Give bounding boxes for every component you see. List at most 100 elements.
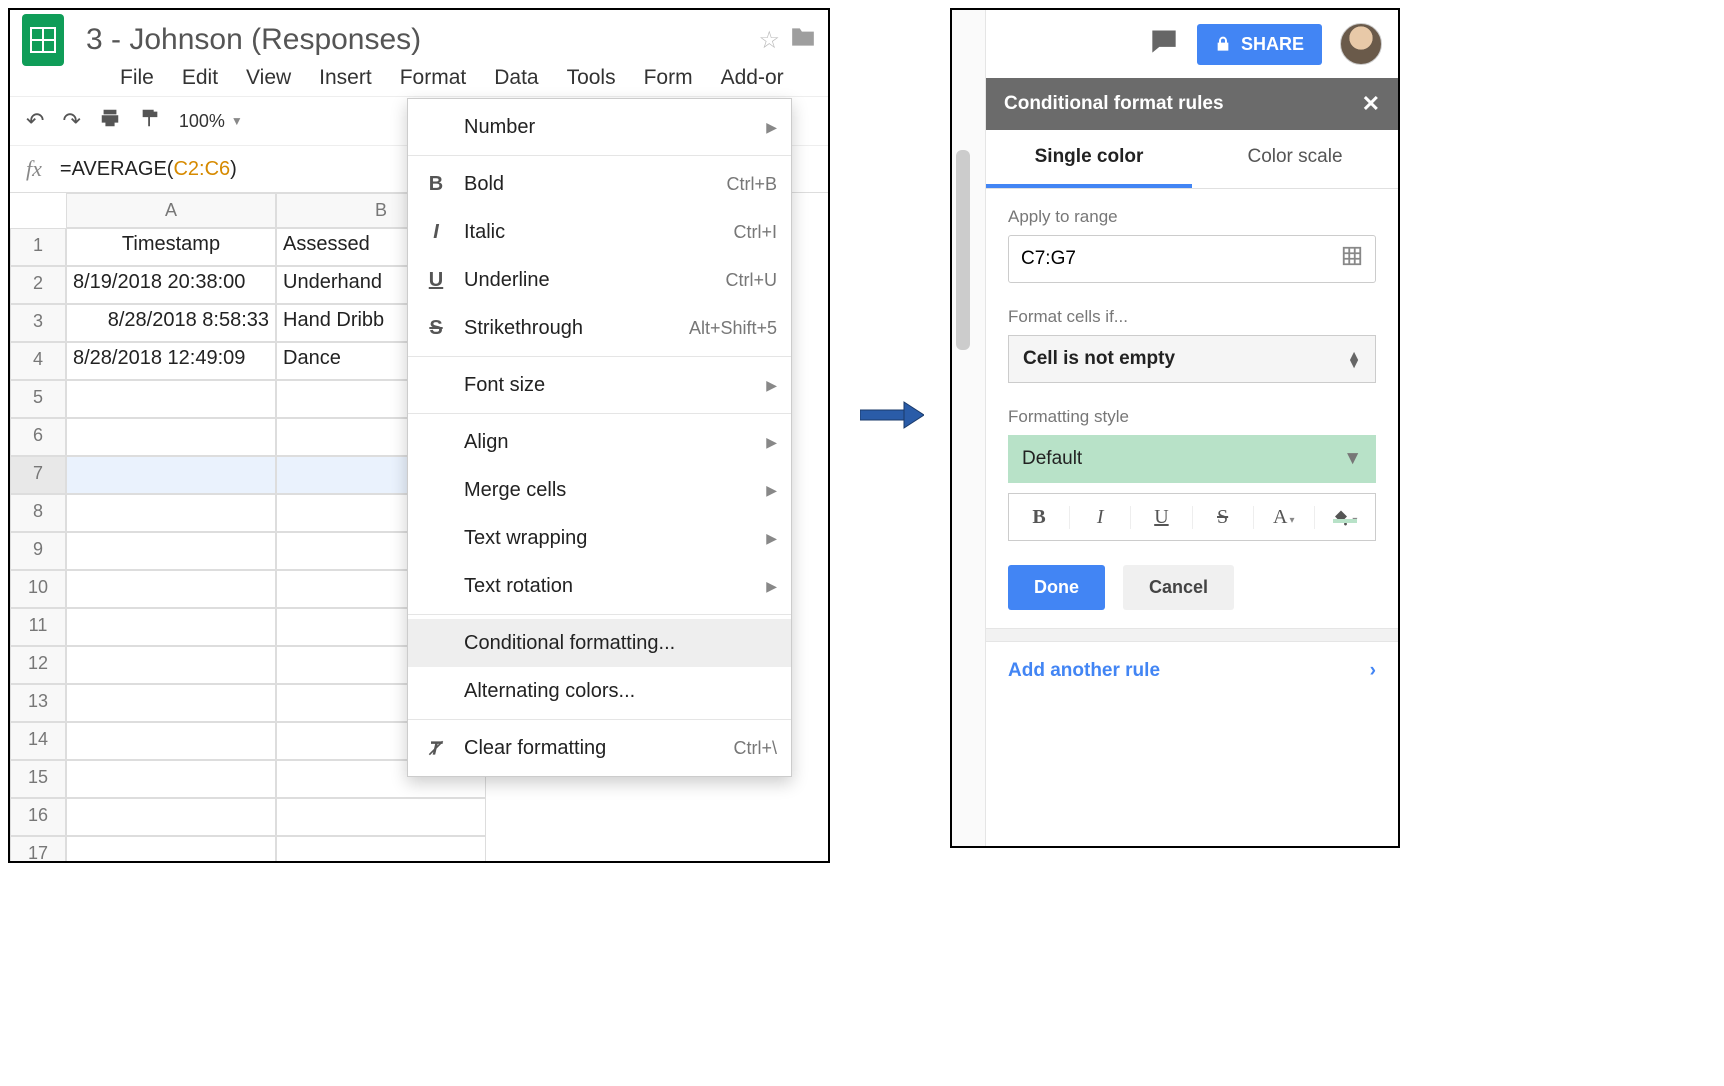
cell[interactable]: [66, 608, 276, 646]
cell[interactable]: [66, 456, 276, 494]
menu-form[interactable]: Form: [644, 66, 693, 90]
strikethrough-button[interactable]: S: [1193, 506, 1254, 529]
menu-item-conditional-formatting[interactable]: Conditional formatting...: [408, 619, 791, 667]
row-header[interactable]: 4: [10, 342, 66, 380]
caret-down-icon: ▼: [1343, 448, 1362, 470]
cell[interactable]: [66, 684, 276, 722]
cell[interactable]: Timestamp: [66, 228, 276, 266]
table-row[interactable]: 16: [10, 798, 828, 836]
share-button[interactable]: SHARE: [1197, 24, 1322, 65]
cell[interactable]: [66, 418, 276, 456]
row-header[interactable]: 11: [10, 608, 66, 646]
menu-file[interactable]: File: [120, 66, 154, 90]
menu-item-align[interactable]: Align▶: [408, 418, 791, 466]
row-header[interactable]: 14: [10, 722, 66, 760]
undo-icon[interactable]: ↶: [26, 108, 44, 134]
menu-item-bold[interactable]: BBoldCtrl+B: [408, 160, 791, 208]
table-row[interactable]: 17: [10, 836, 828, 863]
lock-icon: [1215, 35, 1231, 53]
row-header[interactable]: 5: [10, 380, 66, 418]
cell[interactable]: 8/28/2018 12:49:09: [66, 342, 276, 380]
comments-icon[interactable]: [1149, 27, 1179, 62]
style-preset-select[interactable]: Default ▼: [1008, 435, 1376, 483]
apply-range-field[interactable]: [1008, 235, 1376, 283]
row-header[interactable]: 3: [10, 304, 66, 342]
row-header[interactable]: 1: [10, 228, 66, 266]
grid-edge: [952, 10, 986, 846]
menu-item-strikethrough[interactable]: SStrikethroughAlt+Shift+5: [408, 304, 791, 352]
row-header[interactable]: 10: [10, 570, 66, 608]
menu-item-italic[interactable]: IItalicCtrl+I: [408, 208, 791, 256]
menu-insert[interactable]: Insert: [319, 66, 372, 90]
row-header[interactable]: 6: [10, 418, 66, 456]
cancel-button[interactable]: Cancel: [1123, 565, 1234, 610]
avatar[interactable]: [1340, 23, 1382, 65]
panel-divider: [986, 628, 1398, 642]
menu-item-clear-formatting[interactable]: Clear formattingCtrl+\: [408, 724, 791, 772]
condition-select[interactable]: Cell is not empty ▲▼: [1008, 335, 1376, 383]
done-button[interactable]: Done: [1008, 565, 1105, 610]
menu-item-underline[interactable]: UUnderlineCtrl+U: [408, 256, 791, 304]
row-header[interactable]: 12: [10, 646, 66, 684]
underline-button[interactable]: U: [1131, 506, 1192, 529]
menu-format[interactable]: Format: [400, 66, 467, 90]
cell[interactable]: [66, 798, 276, 836]
cell[interactable]: [66, 646, 276, 684]
star-icon[interactable]: ☆: [758, 26, 780, 55]
document-title[interactable]: 3 - Johnson (Responses): [86, 23, 748, 57]
range-picker-icon[interactable]: [1341, 245, 1363, 273]
formula-input[interactable]: =AVERAGE(C2:C6): [60, 158, 237, 181]
redo-icon[interactable]: ↷: [62, 108, 80, 134]
row-header[interactable]: 8: [10, 494, 66, 532]
cell[interactable]: [66, 380, 276, 418]
bold-button[interactable]: B: [1009, 506, 1070, 529]
tab-color-scale[interactable]: Color scale: [1192, 130, 1398, 188]
cell[interactable]: [66, 722, 276, 760]
row-header[interactable]: 9: [10, 532, 66, 570]
menu-edit[interactable]: Edit: [182, 66, 218, 90]
share-button-label: SHARE: [1241, 34, 1304, 55]
cell[interactable]: [66, 836, 276, 863]
apply-range-label: Apply to range: [1008, 207, 1376, 227]
cell[interactable]: [276, 798, 486, 836]
close-icon[interactable]: ✕: [1362, 91, 1380, 117]
menu-addons[interactable]: Add-or: [721, 66, 784, 90]
cell[interactable]: [66, 570, 276, 608]
paint-format-icon[interactable]: [139, 107, 161, 135]
menu-tools[interactable]: Tools: [567, 66, 616, 90]
row-header[interactable]: 17: [10, 836, 66, 863]
format-if-label: Format cells if...: [1008, 307, 1376, 327]
cell[interactable]: [66, 760, 276, 798]
menu-item-alternating-colors[interactable]: Alternating colors...: [408, 667, 791, 715]
flow-arrow-icon: [860, 400, 924, 430]
cell[interactable]: 8/28/2018 8:58:33: [66, 304, 276, 342]
col-header-a[interactable]: A: [66, 193, 276, 228]
zoom-select[interactable]: 100%▼: [179, 111, 243, 132]
fill-color-button[interactable]: ▾: [1315, 506, 1375, 529]
menu-item-text-rotation[interactable]: Text rotation▶: [408, 562, 791, 610]
menu-item-text-wrapping[interactable]: Text wrapping▶: [408, 514, 791, 562]
menu-bar: File Edit View Insert Format Data Tools …: [10, 62, 828, 96]
cell[interactable]: 8/19/2018 20:38:00: [66, 266, 276, 304]
cell[interactable]: [276, 836, 486, 863]
folder-icon[interactable]: [790, 26, 816, 55]
row-header[interactable]: 2: [10, 266, 66, 304]
add-rule-button[interactable]: Add another rule ›: [986, 642, 1398, 700]
row-header[interactable]: 15: [10, 760, 66, 798]
menu-item-font-size[interactable]: Font size▶: [408, 361, 791, 409]
print-icon[interactable]: [99, 107, 121, 135]
menu-view[interactable]: View: [246, 66, 291, 90]
row-header[interactable]: 7: [10, 456, 66, 494]
row-header[interactable]: 16: [10, 798, 66, 836]
menu-item-number[interactable]: Number▶: [408, 103, 791, 151]
cell[interactable]: [66, 532, 276, 570]
scrollbar-thumb[interactable]: [956, 150, 970, 350]
cell[interactable]: [66, 494, 276, 532]
row-header[interactable]: 13: [10, 684, 66, 722]
menu-data[interactable]: Data: [494, 66, 538, 90]
italic-button[interactable]: I: [1070, 506, 1131, 529]
text-color-button[interactable]: A▾: [1254, 506, 1315, 529]
tab-single-color[interactable]: Single color: [986, 130, 1192, 188]
menu-item-merge-cells[interactable]: Merge cells▶: [408, 466, 791, 514]
apply-range-input[interactable]: [1021, 248, 1341, 270]
